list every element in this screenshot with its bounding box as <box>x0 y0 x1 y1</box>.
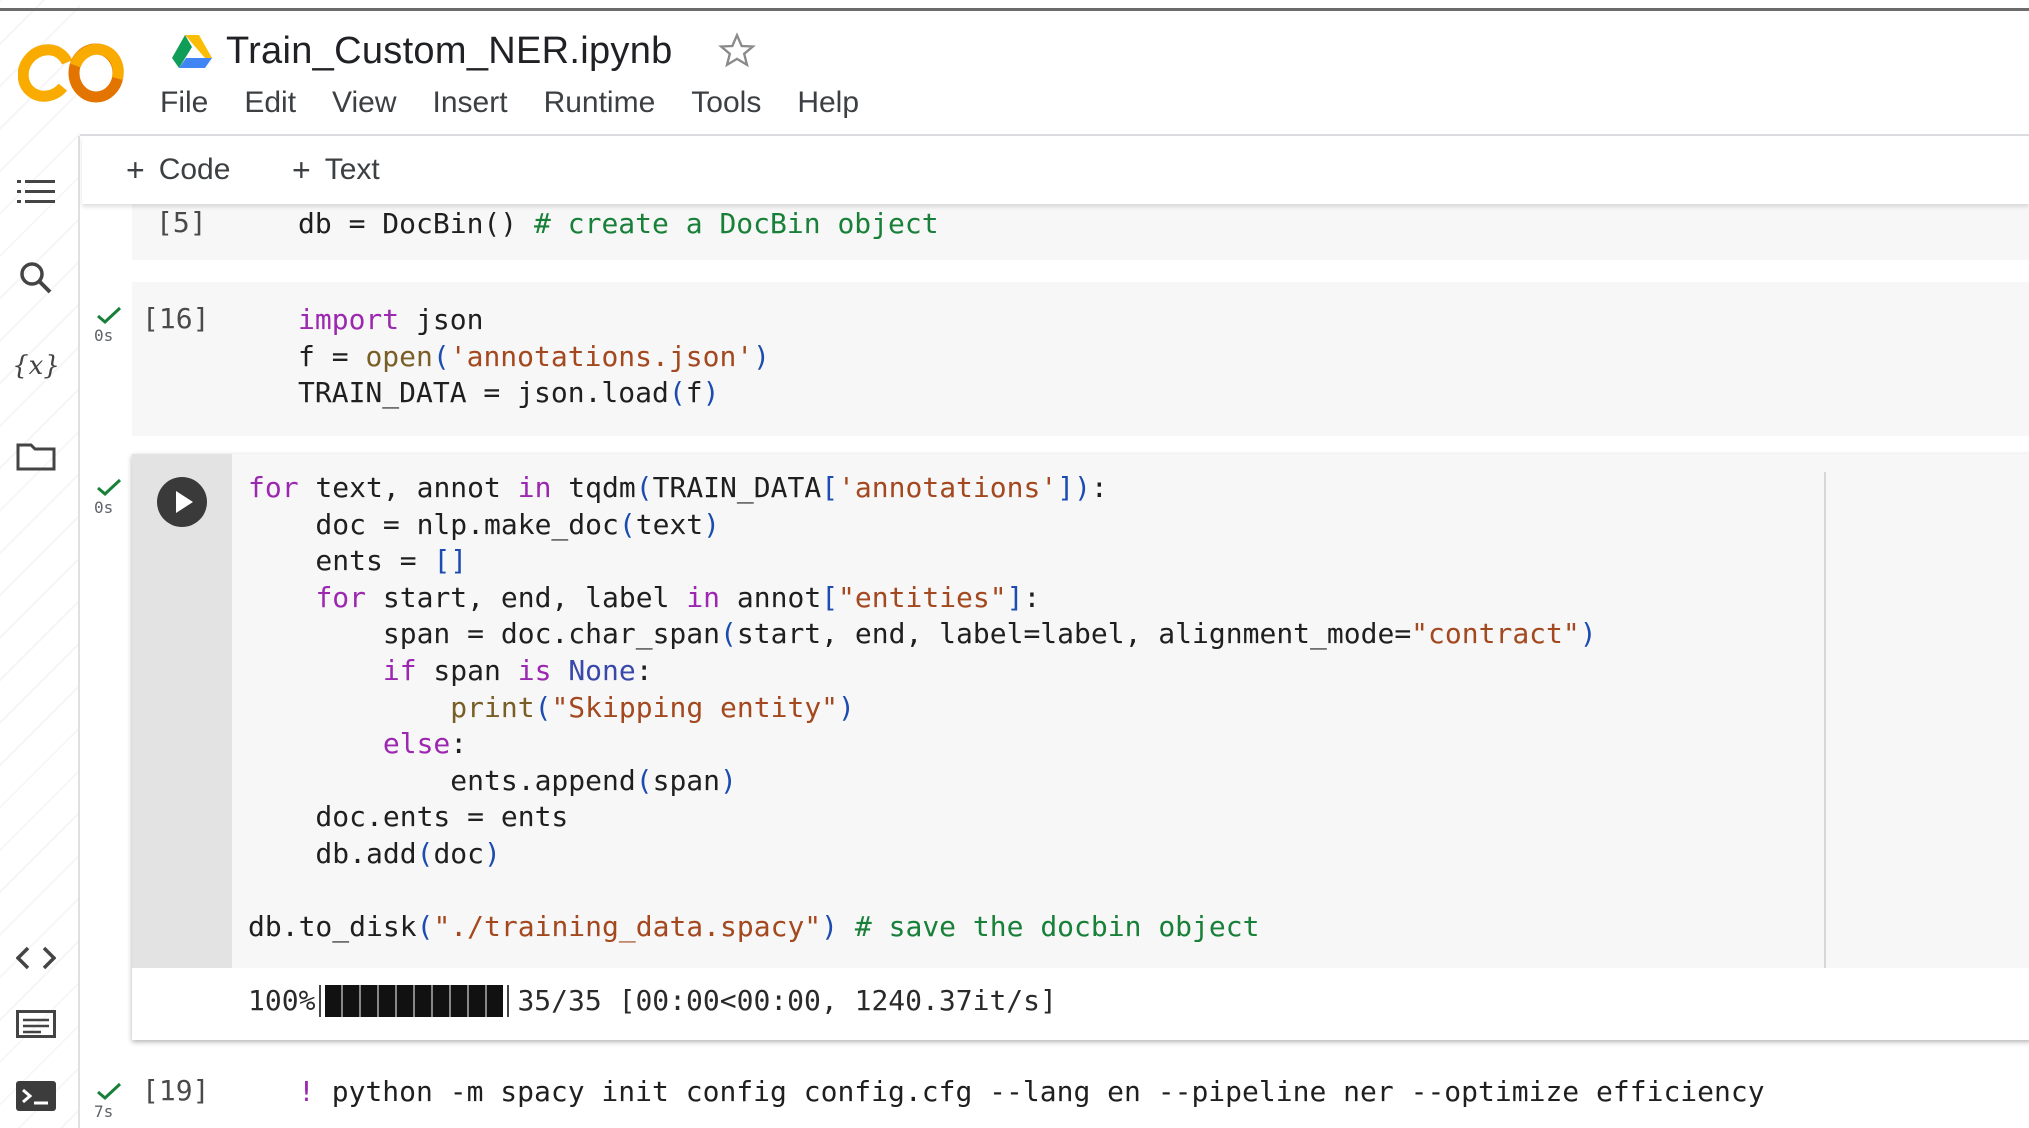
notebook-body: [5] db = DocBin() # create a DocBin obje… <box>82 204 2029 1128</box>
execution-count: [16] <box>142 302 210 335</box>
colab-notebook-page: Train_Custom_NER.ipynb File Edit View In… <box>0 0 2029 1128</box>
add-text-label: Text <box>324 153 380 186</box>
progress-percent: 100% <box>248 984 316 1017</box>
progress-stats: 35/35 [00:00<00:00, 1240.37it/s] <box>517 984 1057 1017</box>
code-snippets-icon[interactable] <box>14 936 58 980</box>
menu-help[interactable]: Help <box>797 86 877 120</box>
success-check-icon <box>97 1082 122 1101</box>
command-palette-icon[interactable] <box>14 1002 58 1046</box>
cell-run-gutter <box>132 454 232 968</box>
execution-count: [5] <box>156 206 207 239</box>
progress-bar-fill <box>325 984 504 1017</box>
execution-time: 7s <box>94 1102 114 1121</box>
success-check-icon <box>97 306 122 325</box>
tqdm-progress: 100% 35/35 [00:00<00:00, 1240.37it/s] <box>248 984 1057 1017</box>
notebook-toolbar: + Code + Text <box>82 136 2029 204</box>
menu-file[interactable]: File <box>160 86 226 120</box>
notebook-title[interactable]: Train_Custom_NER.ipynb <box>226 30 673 73</box>
plus-icon: + <box>292 151 311 188</box>
execution-count: [19] <box>142 1074 210 1107</box>
colab-logo[interactable] <box>18 42 126 104</box>
table-of-contents-icon[interactable] <box>14 170 58 214</box>
add-text-cell-button[interactable]: + Text <box>292 150 380 190</box>
google-drive-icon[interactable] <box>172 34 212 68</box>
variables-icon[interactable]: {x} <box>12 344 60 388</box>
title-row: Train_Custom_NER.ipynb <box>172 26 757 76</box>
files-icon[interactable] <box>14 434 58 478</box>
execution-time: 0s <box>94 498 114 517</box>
code-cell-16[interactable]: [16] import json f = open('annotations.j… <box>132 282 2029 436</box>
code-editor[interactable]: for text, annot in tqdm(TRAIN_DATA['anno… <box>248 470 1597 946</box>
window-top-border <box>0 8 2029 11</box>
terminal-icon[interactable] <box>14 1074 58 1118</box>
menu-view[interactable]: View <box>332 86 414 120</box>
search-icon[interactable] <box>14 256 58 300</box>
star-icon[interactable] <box>717 31 757 71</box>
menu-insert[interactable]: Insert <box>433 86 526 120</box>
code-editor[interactable]: import json f = open('annotations.json')… <box>298 302 770 412</box>
menu-runtime[interactable]: Runtime <box>544 86 674 120</box>
editor-ruler <box>1824 472 1826 968</box>
cell-output: 100% 35/35 [00:00<00:00, 1240.37it/s] <box>132 968 2029 1040</box>
code-cell-19[interactable]: [19] ! python -m spacy init config confi… <box>132 1064 2029 1128</box>
add-code-label: Code <box>158 153 231 186</box>
left-rail: {x} <box>0 136 80 1128</box>
code-editor[interactable]: db = DocBin() # create a DocBin object <box>298 206 939 243</box>
menu-tools[interactable]: Tools <box>691 86 779 120</box>
menu-edit[interactable]: Edit <box>244 86 314 120</box>
code-editor[interactable]: ! python -m spacy init config config.cfg… <box>298 1074 1765 1111</box>
plus-icon: + <box>126 151 145 188</box>
execution-time: 0s <box>94 326 114 345</box>
run-cell-icon[interactable] <box>156 476 208 528</box>
code-cell-focused[interactable]: for text, annot in tqdm(TRAIN_DATA['anno… <box>132 454 2029 1040</box>
add-code-cell-button[interactable]: + Code <box>126 150 230 190</box>
progress-bar <box>319 984 510 1017</box>
variables-label: {x} <box>12 351 60 381</box>
menu-bar: File Edit View Insert Runtime Tools Help <box>160 82 895 124</box>
code-cell-5[interactable]: [5] db = DocBin() # create a DocBin obje… <box>132 204 2029 260</box>
success-check-icon <box>97 478 122 497</box>
